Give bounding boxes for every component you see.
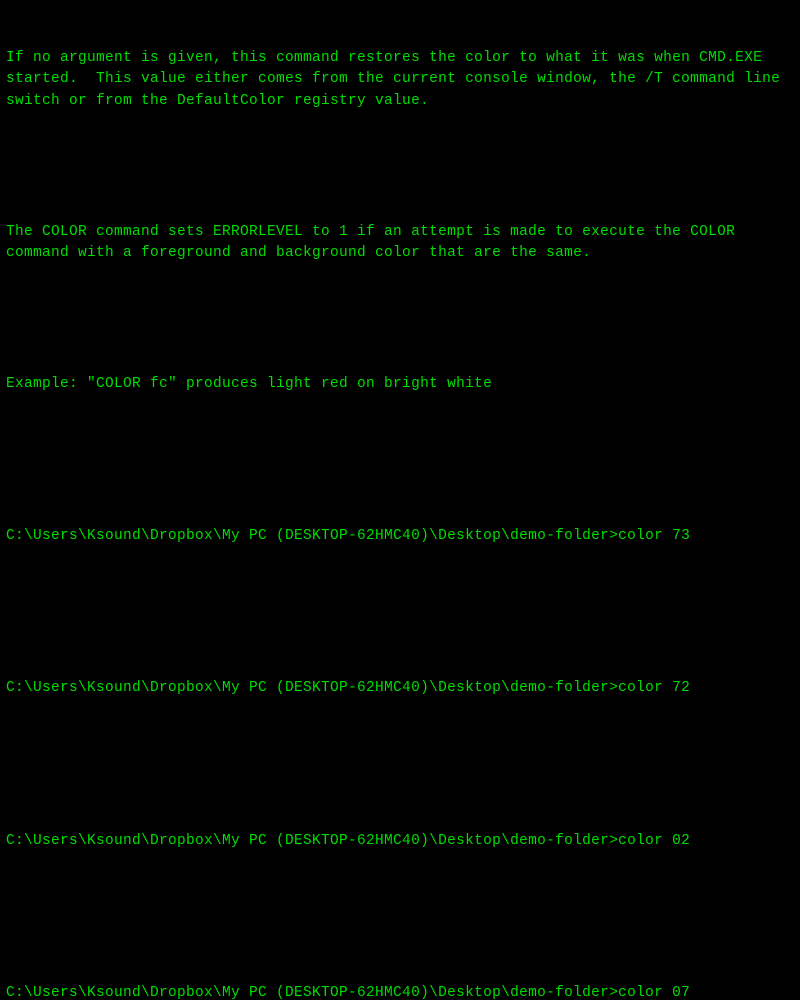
entered-command: color 07: [618, 985, 690, 1000]
blank-line: [6, 591, 794, 613]
blank-line: [6, 439, 794, 461]
help-paragraph: If no argument is given, this command re…: [6, 48, 794, 113]
prompt: C:\Users\Ksound\Dropbox\My PC (DESKTOP-6…: [6, 985, 618, 1000]
command-line: C:\Users\Ksound\Dropbox\My PC (DESKTOP-6…: [6, 678, 794, 700]
prompt: C:\Users\Ksound\Dropbox\My PC (DESKTOP-6…: [6, 680, 618, 696]
command-line: C:\Users\Ksound\Dropbox\My PC (DESKTOP-6…: [6, 526, 794, 548]
entered-command: color 73: [618, 528, 690, 544]
blank-line: [6, 896, 794, 918]
blank-line: [6, 744, 794, 766]
prompt: C:\Users\Ksound\Dropbox\My PC (DESKTOP-6…: [6, 528, 618, 544]
prompt: C:\Users\Ksound\Dropbox\My PC (DESKTOP-6…: [6, 833, 618, 849]
entered-command: color 02: [618, 833, 690, 849]
blank-line: [6, 156, 794, 178]
command-line: C:\Users\Ksound\Dropbox\My PC (DESKTOP-6…: [6, 983, 794, 1000]
command-line: C:\Users\Ksound\Dropbox\My PC (DESKTOP-6…: [6, 831, 794, 853]
entered-command: color 72: [618, 680, 690, 696]
help-paragraph: The COLOR command sets ERRORLEVEL to 1 i…: [6, 222, 794, 266]
terminal-output[interactable]: If no argument is given, this command re…: [6, 4, 794, 1000]
help-example: Example: "COLOR fc" produces light red o…: [6, 374, 794, 396]
blank-line: [6, 309, 794, 331]
